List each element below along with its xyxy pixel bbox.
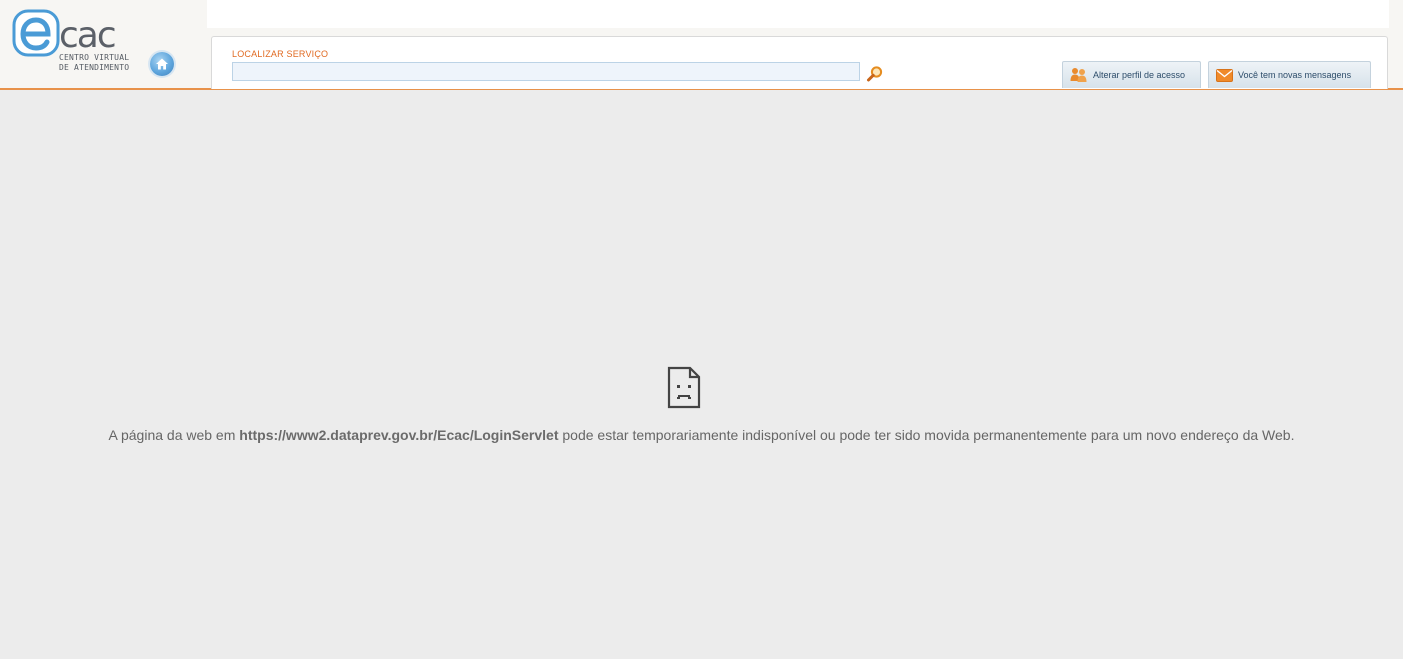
- search-label: LOCALIZAR SERVIÇO: [232, 49, 329, 59]
- home-button[interactable]: [150, 52, 174, 76]
- ecac-logo-wordmark: cac: [59, 15, 115, 56]
- error-message-suffix: pode estar temporariamente indisponível …: [558, 427, 1295, 443]
- ecac-logo-mark: cac: [12, 9, 117, 57]
- change-profile-label: Alterar perfil de acesso: [1093, 70, 1186, 80]
- users-icon: [1070, 68, 1087, 82]
- envelope-icon: [1216, 68, 1233, 82]
- error-message-prefix: A página da web em: [108, 427, 240, 443]
- logo-tagline: CENTRO VIRTUAL DE ATENDIMENTO: [59, 53, 129, 73]
- error-page: A página da web em https://www2.dataprev…: [0, 90, 1403, 659]
- error-url: https://www2.dataprev.gov.br/Ecac/LoginS…: [239, 427, 559, 443]
- new-messages-button[interactable]: Você tem novas mensagens: [1208, 61, 1371, 88]
- magnifier-icon[interactable]: [866, 65, 884, 83]
- error-message: A página da web em https://www2.dataprev…: [0, 427, 1403, 443]
- home-icon: [156, 58, 168, 70]
- new-messages-label: Você tem novas mensagens: [1238, 70, 1352, 80]
- sad-page-icon: [667, 366, 701, 409]
- change-profile-button[interactable]: Alterar perfil de acesso: [1062, 61, 1201, 88]
- search-input[interactable]: [232, 62, 860, 81]
- logo-tagline-line1: CENTRO VIRTUAL: [59, 53, 130, 62]
- logo-tagline-line2: DE ATENDIMENTO: [59, 63, 130, 72]
- search-panel: LOCALIZAR SERVIÇO Alterar perfil de aces…: [211, 36, 1388, 89]
- site-header: cac CENTRO VIRTUAL DE ATENDIMENTO LOCALI…: [0, 0, 1403, 90]
- header-top-strip: [207, 0, 1389, 28]
